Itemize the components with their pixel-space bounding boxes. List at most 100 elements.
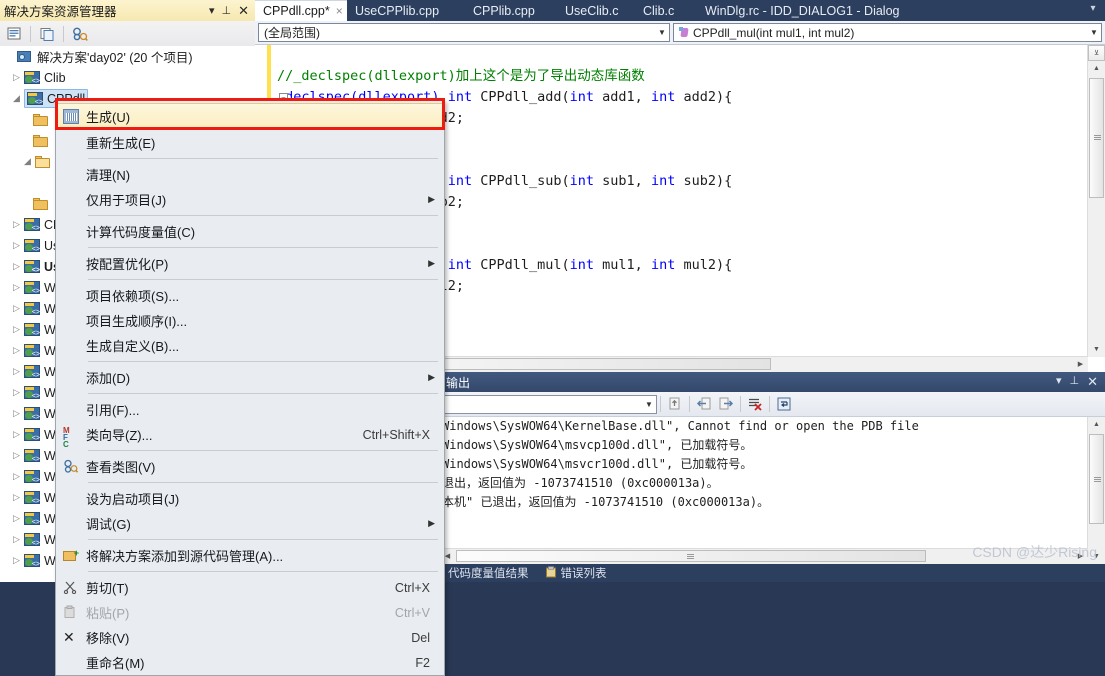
output-toolbar: ▼ bbox=[440, 392, 1105, 417]
expander-icon[interactable]: ▷ bbox=[9, 345, 24, 356]
output-source-dropdown[interactable]: ▼ bbox=[442, 394, 657, 414]
document-tab-strip[interactable]: CPPdll.cpp* × UseCPPlib.cpp CPPlib.cpp UseCl… bbox=[255, 0, 1105, 21]
expander-icon[interactable]: ▷ bbox=[9, 534, 24, 545]
expander-icon[interactable]: ▷ bbox=[9, 513, 24, 524]
tree-item-project[interactable]: ▷ <> Clib bbox=[0, 67, 255, 88]
expander-icon[interactable]: ◢ bbox=[20, 156, 35, 167]
folder-icon bbox=[33, 197, 49, 210]
context-menu-item[interactable]: 添加(D) ▶ bbox=[56, 365, 444, 390]
find-message-icon[interactable] bbox=[664, 394, 686, 415]
chevron-down-icon[interactable]: ▾ bbox=[1056, 374, 1062, 390]
folder-icon bbox=[33, 134, 49, 147]
chevron-down-icon[interactable]: ▼ bbox=[655, 28, 669, 37]
tree-root-solution[interactable]: 解决方案'day02' (20 个项目) bbox=[0, 46, 255, 67]
context-menu-item[interactable]: 粘贴(P) Ctrl+V bbox=[56, 600, 444, 625]
expander-icon[interactable]: ▷ bbox=[9, 324, 24, 335]
expander-icon[interactable]: ▷ bbox=[9, 408, 24, 419]
context-menu-item[interactable]: 清理(N) bbox=[56, 162, 444, 187]
document-tab-label: UseClib.c bbox=[565, 3, 619, 18]
close-icon[interactable]: ✕ bbox=[1087, 374, 1098, 390]
pin-icon[interactable]: ⊥ bbox=[1070, 374, 1080, 390]
expander-icon[interactable]: ▷ bbox=[9, 261, 24, 272]
context-menu-item[interactable]: 按配置优化(P) ▶ bbox=[56, 251, 444, 276]
document-tab[interactable]: UseCPPlib.cpp bbox=[347, 0, 465, 21]
editor-vertical-scrollbar[interactable]: ⊻ ▲ ▼ bbox=[1087, 45, 1105, 357]
tab-close-icon[interactable]: × bbox=[336, 4, 343, 18]
expander-icon[interactable]: ▷ bbox=[9, 72, 24, 83]
output-bottom-tabs[interactable]: 代码度量值结果 错误列表 bbox=[440, 564, 1105, 582]
expander-icon[interactable]: ▷ bbox=[9, 429, 24, 440]
menu-separator bbox=[88, 571, 438, 572]
context-menu-item[interactable]: 查看类图(V) bbox=[56, 454, 444, 479]
project-icon: <> bbox=[24, 448, 40, 463]
document-tab[interactable]: Clib.c bbox=[635, 0, 697, 21]
project-icon: <> bbox=[24, 427, 40, 442]
output-hscroll-thumb[interactable] bbox=[456, 550, 926, 562]
chevron-down-icon[interactable]: ▼ bbox=[1087, 28, 1101, 37]
context-menu-item[interactable]: 重命名(M) F2 bbox=[56, 650, 444, 675]
context-menu-item[interactable]: 项目依赖项(S)... bbox=[56, 283, 444, 308]
scroll-up-button[interactable]: ▲ bbox=[1088, 417, 1105, 432]
go-to-next-icon[interactable] bbox=[715, 394, 737, 415]
expander-icon[interactable]: ◢ bbox=[9, 93, 24, 104]
expander-icon[interactable]: ▷ bbox=[9, 303, 24, 314]
context-menu-item[interactable]: 引用(F)... bbox=[56, 397, 444, 422]
document-tab[interactable]: WinDlg.rc - IDD_DIALOG1 - Dialog bbox=[697, 0, 926, 21]
context-menu-item-label: 引用(F)... bbox=[86, 403, 140, 418]
close-icon[interactable]: ✕ bbox=[238, 3, 249, 19]
document-tab-label: CPPlib.cpp bbox=[473, 3, 535, 18]
project-context-menu[interactable]: 生成(U) 重新生成(E) 清理(N) 仅用于项目(J) ▶ 计算代码度量值(C) 按配置优… bbox=[55, 100, 445, 676]
context-menu-item[interactable]: 生成(U) bbox=[56, 103, 444, 130]
toggle-word-wrap-icon[interactable] bbox=[773, 394, 795, 415]
class-view-icon[interactable] bbox=[69, 23, 91, 44]
scroll-up-button[interactable]: ▲ bbox=[1088, 61, 1105, 76]
expander-icon[interactable]: ▷ bbox=[9, 366, 24, 377]
expander-icon[interactable]: ▷ bbox=[9, 450, 24, 461]
document-tab[interactable]: CPPdll.cpp* × bbox=[255, 0, 347, 21]
editor-vscroll-thumb[interactable] bbox=[1089, 78, 1104, 198]
split-view-button[interactable]: ⊻ bbox=[1088, 45, 1105, 61]
go-to-previous-icon[interactable] bbox=[693, 394, 715, 415]
chevron-down-icon[interactable]: ▾ bbox=[209, 4, 215, 17]
document-tab[interactable]: CPPlib.cpp bbox=[465, 0, 557, 21]
expander-icon[interactable]: ▷ bbox=[9, 555, 24, 566]
expander-icon[interactable]: ▷ bbox=[9, 282, 24, 293]
project-icon: <> bbox=[24, 259, 40, 274]
scope-dropdown[interactable]: (全局范围) ▼ bbox=[258, 23, 670, 42]
expander-icon[interactable]: ▷ bbox=[9, 219, 24, 230]
scissors-icon bbox=[63, 580, 79, 595]
expander-icon[interactable]: ▷ bbox=[9, 471, 24, 482]
context-menu-item[interactable]: ✕ 移除(V) Del bbox=[56, 625, 444, 650]
context-menu-item[interactable]: 重新生成(E) bbox=[56, 130, 444, 155]
context-menu-item[interactable]: 仅用于项目(J) ▶ bbox=[56, 187, 444, 212]
project-icon: <> bbox=[24, 532, 40, 547]
clear-all-icon[interactable] bbox=[744, 394, 766, 415]
expander-icon[interactable]: ▷ bbox=[9, 492, 24, 503]
output-bottom-tab-label: 错误列表 bbox=[560, 568, 607, 580]
context-menu-item[interactable]: 剪切(T) Ctrl+X bbox=[56, 575, 444, 600]
expander-icon[interactable]: ▷ bbox=[9, 240, 24, 251]
project-icon: <> bbox=[24, 490, 40, 505]
context-menu-item[interactable]: + 将解决方案添加到源代码管理(A)... bbox=[56, 543, 444, 568]
properties-icon[interactable] bbox=[3, 23, 25, 44]
pin-icon[interactable]: ⊥ bbox=[222, 4, 232, 17]
output-bottom-tab[interactable]: 代码度量值结果 bbox=[440, 565, 537, 581]
context-menu-item[interactable]: 设为启动项目(J) bbox=[56, 486, 444, 511]
project-icon: <> bbox=[24, 469, 40, 484]
show-all-files-icon[interactable] bbox=[36, 23, 58, 44]
context-menu-item[interactable]: 调试(G) ▶ bbox=[56, 511, 444, 536]
tab-overflow-icon[interactable]: ▾ bbox=[1084, 3, 1102, 18]
expander-icon[interactable]: ▷ bbox=[9, 387, 24, 398]
scroll-right-button[interactable]: ▶ bbox=[1073, 357, 1088, 371]
member-dropdown[interactable]: CPPdll_mul(int mul1, int mul2) ▼ bbox=[673, 23, 1102, 42]
context-menu-item[interactable]: 生成自定义(B)... bbox=[56, 333, 444, 358]
chevron-down-icon[interactable]: ▼ bbox=[642, 400, 656, 409]
context-menu-item[interactable]: M F C 类向导(Z)... Ctrl+Shift+X bbox=[56, 422, 444, 449]
method-icon bbox=[679, 27, 690, 38]
document-tab[interactable]: UseClib.c bbox=[557, 0, 635, 21]
output-bottom-tab[interactable]: 错误列表 bbox=[537, 565, 615, 581]
context-menu-item[interactable]: 计算代码度量值(C) bbox=[56, 219, 444, 244]
context-menu-item[interactable]: 项目生成顺序(I)... bbox=[56, 308, 444, 333]
scroll-down-button[interactable]: ▼ bbox=[1088, 342, 1105, 357]
output-vscroll-thumb[interactable] bbox=[1089, 434, 1104, 524]
